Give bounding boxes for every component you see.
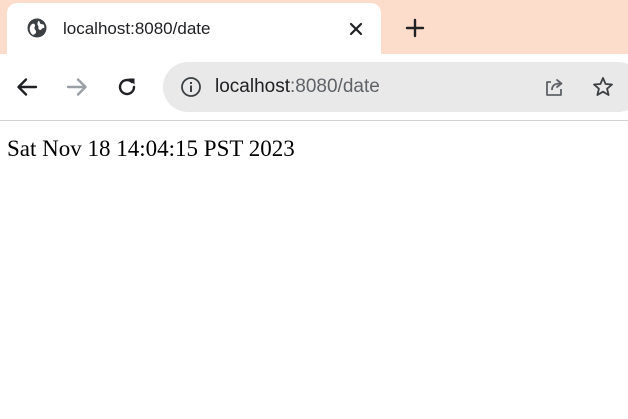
plus-icon: [405, 18, 425, 38]
reload-button[interactable]: [114, 74, 140, 100]
info-icon[interactable]: [179, 75, 203, 99]
browser-window: localhost:8080/date localhost:8080/date …: [0, 0, 628, 419]
close-icon[interactable]: [345, 18, 367, 40]
back-button[interactable]: [14, 74, 40, 100]
reload-icon: [115, 75, 139, 99]
tab-localhost-date[interactable]: localhost:8080/date: [7, 3, 381, 54]
tab-title: localhost:8080/date: [63, 19, 211, 38]
page-content: Sat Nov 18 14:04:15 PST 2023: [0, 121, 628, 419]
tab-strip: localhost:8080/date: [0, 0, 628, 54]
globe-icon: [27, 18, 47, 38]
new-tab-button[interactable]: [402, 15, 428, 41]
url-path: :8080/date: [290, 76, 380, 97]
address-bar[interactable]: localhost:8080/date: [163, 62, 628, 112]
url-text[interactable]: localhost:8080/date: [215, 75, 380, 99]
share-icon[interactable]: [541, 74, 567, 100]
star-icon[interactable]: [590, 74, 616, 100]
arrow-left-icon: [15, 75, 39, 99]
browser-toolbar: localhost:8080/date: [0, 54, 628, 121]
date-output: Sat Nov 18 14:04:15 PST 2023: [7, 136, 295, 161]
url-host: localhost: [215, 76, 290, 97]
arrow-right-icon: [65, 75, 89, 99]
forward-button[interactable]: [64, 74, 90, 100]
